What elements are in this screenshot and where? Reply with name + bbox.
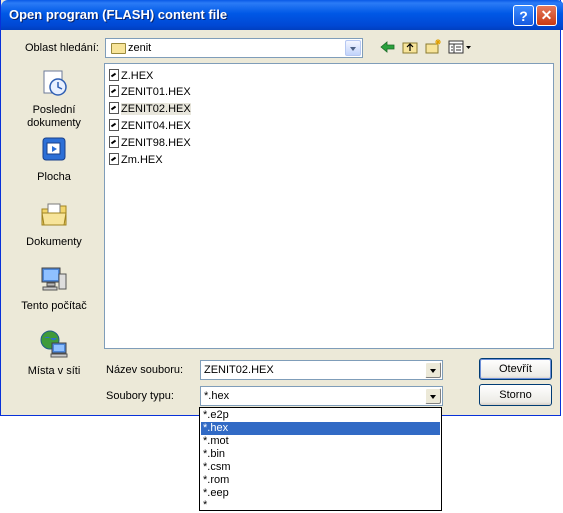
look-in-dropdown[interactable]: zenit xyxy=(105,38,363,58)
file-type-value: *.hex xyxy=(204,390,230,402)
desktop-icon xyxy=(42,137,66,161)
new-folder-icon[interactable] xyxy=(424,38,442,56)
chevron-down-icon[interactable] xyxy=(425,388,441,404)
list-item[interactable]: * xyxy=(201,499,440,512)
view-menu-icon[interactable] xyxy=(447,38,473,56)
place-network-places[interactable]: Místa v síti xyxy=(10,329,98,378)
my-documents-icon xyxy=(41,203,67,226)
list-item[interactable]: Z.HEX xyxy=(109,68,153,84)
up-folder-icon[interactable] xyxy=(401,38,419,56)
network-places-icon xyxy=(40,330,68,358)
file-name: ZENIT02.HEX xyxy=(121,103,191,115)
file-name: Zm.HEX xyxy=(121,154,163,166)
file-icon xyxy=(109,153,119,165)
list-item[interactable]: Zm.HEX xyxy=(109,152,163,168)
close-button[interactable]: ✕ xyxy=(536,5,557,26)
list-item[interactable]: *.csm xyxy=(201,461,440,474)
file-name: ZENIT98.HEX xyxy=(121,137,191,149)
file-name: ZENIT04.HEX xyxy=(121,120,191,132)
look-in-label: Oblast hledání: xyxy=(25,42,99,54)
back-arrow-icon[interactable] xyxy=(379,38,397,56)
file-name-field[interactable]: ZENIT02.HEX xyxy=(200,360,443,380)
file-type-label: Soubory typu: xyxy=(106,390,174,402)
place-label: Poslední dokumenty xyxy=(27,104,81,129)
file-name: ZENIT01.HEX xyxy=(121,86,191,98)
place-label: Plocha xyxy=(37,171,71,183)
open-file-dialog: Open program (FLASH) content file ? ✕ Ob… xyxy=(0,0,563,416)
file-icon xyxy=(109,85,119,97)
folder-icon xyxy=(111,43,126,54)
file-type-dropdown[interactable]: *.hex xyxy=(200,386,443,406)
file-icon xyxy=(109,69,119,81)
place-label: Dokumenty xyxy=(26,236,82,248)
file-type-options-list[interactable]: *.e2p *.hex *.mot *.bin *.csm *.rom *.ee… xyxy=(199,407,442,511)
place-recent-documents[interactable]: Poslední dokumenty xyxy=(10,68,98,130)
file-icon xyxy=(109,136,119,148)
place-my-computer[interactable]: Tento počítač xyxy=(10,264,98,313)
title-bar[interactable]: Open program (FLASH) content file ? ✕ xyxy=(1,0,563,30)
list-item[interactable]: ZENIT01.HEX xyxy=(109,84,191,100)
file-list[interactable]: Z.HEX ZENIT01.HEX ZENIT02.HEX ZENIT04.HE… xyxy=(104,63,554,349)
place-desktop[interactable]: Plocha xyxy=(10,135,98,184)
list-item[interactable]: *.e2p xyxy=(201,409,440,422)
list-item[interactable]: ZENIT98.HEX xyxy=(109,135,191,151)
places-bar: Poslední dokumenty Plocha Dokumenty Tent… xyxy=(10,63,98,404)
open-button[interactable]: Otevřít xyxy=(479,358,552,380)
chevron-down-icon[interactable] xyxy=(345,40,361,56)
my-computer-icon xyxy=(41,267,67,291)
place-label: Místa v síti xyxy=(27,365,81,377)
list-item[interactable]: *.rom xyxy=(201,474,440,487)
file-icon xyxy=(109,102,119,114)
help-button[interactable]: ? xyxy=(513,5,534,26)
place-my-documents[interactable]: Dokumenty xyxy=(10,200,98,249)
place-label: Tento počítač xyxy=(21,300,87,312)
list-item[interactable]: ZENIT04.HEX xyxy=(109,118,191,134)
cancel-button[interactable]: Storno xyxy=(479,384,552,406)
list-item[interactable]: *.bin xyxy=(201,448,440,461)
file-name: Z.HEX xyxy=(121,70,154,82)
file-name-label: Název souboru: xyxy=(106,364,184,376)
list-item[interactable]: ZENIT02.HEX xyxy=(109,101,191,117)
chevron-down-icon[interactable] xyxy=(425,362,441,378)
recent-documents-icon xyxy=(43,70,67,96)
file-icon xyxy=(109,119,119,131)
window-title: Open program (FLASH) content file xyxy=(9,7,228,22)
look-in-value: zenit xyxy=(128,42,152,54)
list-item[interactable]: *.mot xyxy=(201,435,440,448)
file-name-value: ZENIT02.HEX xyxy=(204,364,274,376)
list-item[interactable]: *.hex xyxy=(201,422,440,435)
